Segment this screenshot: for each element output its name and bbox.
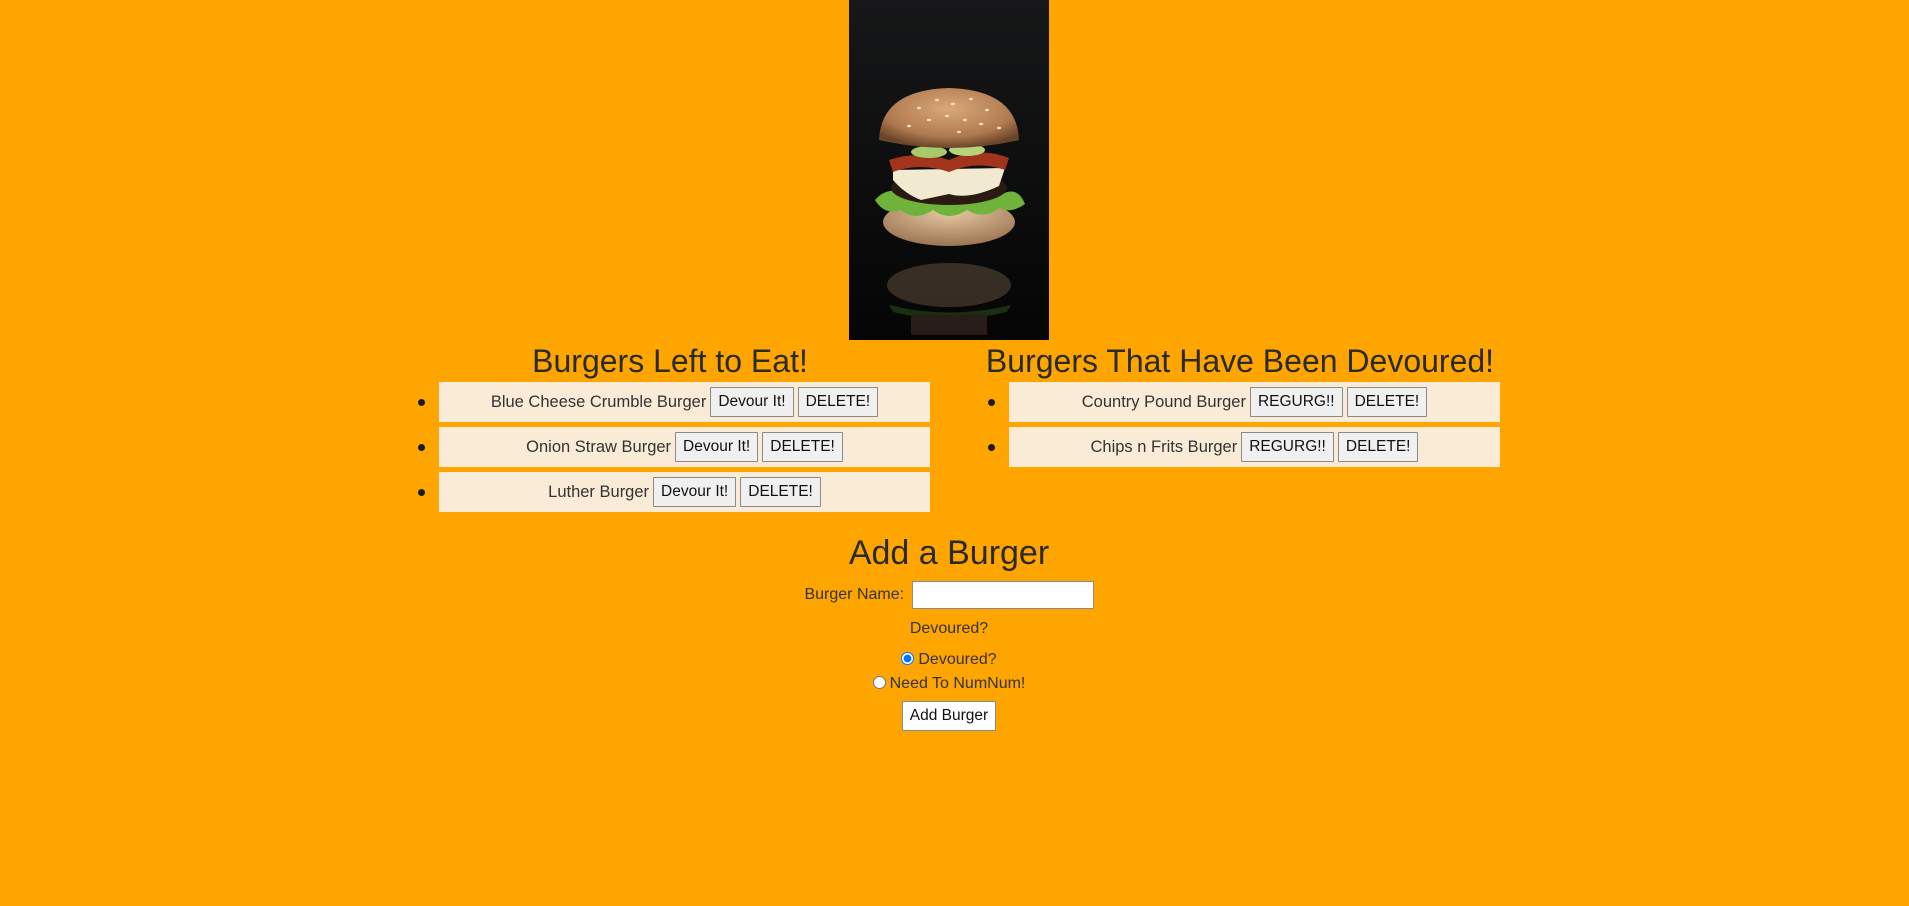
need-to-numnum-radio[interactable] [872, 676, 886, 689]
devoured-radio-label: Devoured? [918, 651, 997, 668]
burgers-to-eat-list: Blue Cheese Crumble Burger Devour It! DE… [410, 382, 930, 512]
burger-name-row: Burger Name: [0, 581, 1898, 609]
radio-need-row[interactable]: Need To NumNum! [0, 672, 1898, 696]
devoured-burgers-section: Burgers That Have Been Devoured! Country… [980, 340, 1500, 467]
list-item: Blue Cheese Crumble Burger Devour It! DE… [418, 382, 930, 422]
add-burger-heading: Add a Burger [848, 534, 1050, 572]
burger-name: Luther Burger [548, 482, 650, 501]
delete-button[interactable]: DELETE! [1337, 432, 1419, 462]
list-item: Luther Burger Devour It! DELETE! [418, 472, 930, 512]
list-item: Country Pound Burger REGURG!! DELETE! [988, 382, 1500, 422]
regurg-button[interactable]: REGURG!! [1249, 387, 1343, 417]
bullet-icon [418, 489, 425, 496]
burger-name: Chips n Frits Burger [1090, 437, 1238, 456]
regurg-button[interactable]: REGURG!! [1241, 432, 1334, 462]
devoured-question: Devoured? [909, 620, 989, 637]
delete-button[interactable]: DELETE! [1346, 387, 1428, 417]
burger-name: Country Pound Burger [1081, 392, 1246, 411]
hero-burger-image [849, 0, 1049, 340]
list-item: Chips n Frits Burger REGURG!! DELETE! [988, 427, 1500, 467]
burger-photo [849, 0, 1049, 340]
burger-name: Blue Cheese Crumble Burger [490, 392, 707, 411]
burgers-to-eat-heading: Burgers Left to Eat! [532, 343, 808, 379]
submit-row: Add Burger [0, 701, 1898, 731]
devour-button[interactable]: Devour It! [653, 477, 737, 507]
need-to-numnum-label: Need To NumNum! [889, 675, 1026, 692]
list-item: Onion Straw Burger Devour It! DELETE! [418, 427, 930, 467]
bullet-icon [988, 399, 995, 406]
devoured-burgers-list: Country Pound Burger REGURG!! DELETE! Ch… [980, 382, 1500, 467]
burger-name-label: Burger Name: [804, 586, 905, 604]
devour-button[interactable]: Devour It! [675, 432, 759, 462]
delete-button[interactable]: DELETE! [797, 387, 879, 417]
devour-button[interactable]: Devour It! [710, 387, 794, 417]
burger-name-input[interactable] [911, 581, 1094, 609]
devoured-radio[interactable] [901, 652, 915, 665]
burger-name: Onion Straw Burger [526, 437, 672, 456]
add-burger-form: Add a Burger Burger Name: Devoured? Devo… [0, 530, 1898, 731]
burgers-to-eat-section: Burgers Left to Eat! Blue Cheese Crumble… [410, 340, 930, 512]
devoured-burgers-heading: Burgers That Have Been Devoured! [985, 343, 1495, 379]
radio-devoured-row[interactable]: Devoured? [0, 648, 1898, 672]
bullet-icon [988, 444, 995, 451]
add-burger-button[interactable]: Add Burger [901, 701, 997, 731]
bullet-icon [418, 444, 425, 451]
delete-button[interactable]: DELETE! [740, 477, 821, 507]
bullet-icon [418, 399, 425, 406]
delete-button[interactable]: DELETE! [762, 432, 843, 462]
